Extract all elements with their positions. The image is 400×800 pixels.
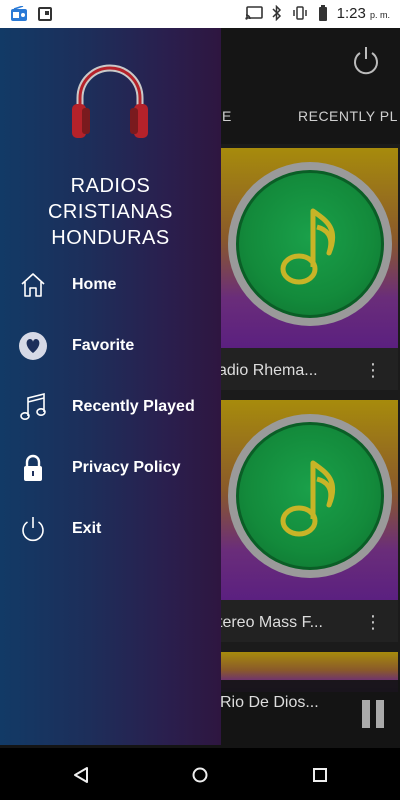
station-card[interactable]: tereo Mass F... ⋮ (208, 400, 398, 642)
lock-icon (18, 453, 48, 483)
player-title: Rio De Dios... (220, 694, 319, 711)
pause-button[interactable] (362, 700, 384, 728)
headphones-logo (68, 58, 152, 147)
menu-item-favorite[interactable]: Favorite (0, 321, 221, 371)
more-vert-icon[interactable]: ⋮ (364, 360, 382, 380)
tab-home[interactable]: E (222, 108, 232, 124)
station-artwork (208, 400, 398, 600)
menu-item-privacy-policy[interactable]: Privacy Policy (0, 443, 221, 493)
back-icon[interactable] (70, 764, 92, 786)
more-vert-icon[interactable]: ⋮ (364, 612, 382, 632)
battery-icon (314, 4, 332, 22)
menu-item-exit[interactable]: Exit (0, 504, 221, 554)
status-time: 1:23 p. m. (336, 4, 390, 22)
navigation-drawer: RADIOS CRISTIANAS HONDURAS Home Favorite… (0, 28, 221, 745)
power-icon (18, 514, 48, 544)
app-title: RADIOS CRISTIANAS HONDURAS (47, 175, 174, 249)
home-icon (18, 270, 48, 300)
tab-recently-played[interactable]: RECENTLY PL (298, 108, 398, 124)
station-artwork (208, 148, 398, 348)
station-card[interactable]: adio Rhema... ⋮ (208, 148, 398, 390)
vibrate-icon (291, 4, 309, 22)
music-note-icon (280, 460, 336, 537)
power-icon[interactable] (350, 44, 382, 81)
cast-icon (244, 4, 263, 22)
music-note-icon (280, 208, 336, 285)
home-nav-icon[interactable] (189, 764, 211, 786)
recents-icon[interactable] (309, 764, 331, 786)
heart-icon (18, 331, 48, 361)
status-bar: 1:23 p. m. (0, 0, 400, 28)
menu-item-recently-played[interactable]: Recently Played (0, 382, 221, 432)
radio-app-icon (10, 5, 28, 23)
music-notes-icon (18, 392, 48, 422)
menu-item-home[interactable]: Home (0, 260, 221, 310)
system-navigation-bar (0, 748, 400, 800)
screenshot-icon (36, 5, 54, 23)
bluetooth-icon (268, 4, 286, 22)
